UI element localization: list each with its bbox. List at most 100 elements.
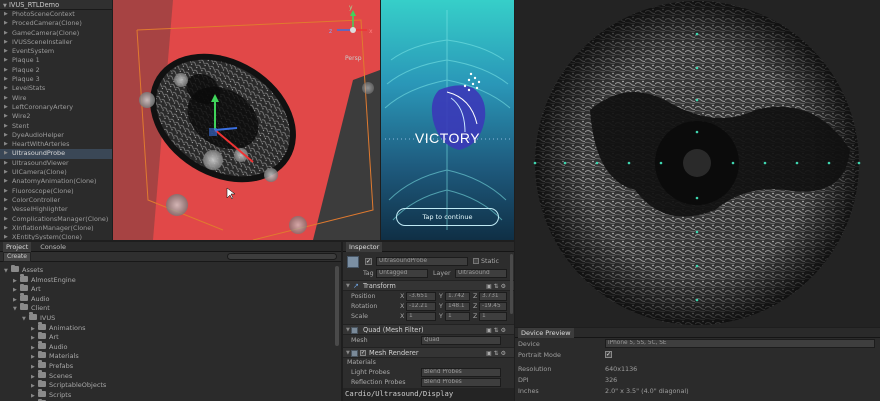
triangle-right-icon[interactable]: ▶	[4, 215, 8, 224]
position-x-field[interactable]: -3.651	[406, 292, 436, 301]
triangle-right-icon[interactable]: ▶	[4, 94, 8, 103]
project-folder-item[interactable]: ▶ Animations	[0, 322, 341, 334]
project-folder-item[interactable]: ▼ Client	[0, 302, 341, 314]
project-folder-item[interactable]: ▶ Prefabs	[0, 360, 341, 372]
triangle-right-icon[interactable]: ▶	[4, 159, 8, 168]
project-folder-item[interactable]: ▶ Audio	[0, 293, 341, 305]
hierarchy-item[interactable]: ▶ VesselHighlighter	[0, 205, 112, 214]
component-menu-icons[interactable]: ▣ ⇅ ⚙	[486, 327, 506, 334]
triangle-right-icon[interactable]: ▶	[4, 224, 8, 233]
scene-title[interactable]: ▼ IVUS_RTLDemo	[0, 0, 112, 10]
create-button[interactable]: Create	[3, 251, 31, 262]
hierarchy-item[interactable]: ▶ PhotoSceneContext	[0, 10, 112, 19]
triangle-right-icon[interactable]: ▶	[4, 112, 8, 121]
hierarchy-item[interactable]: ▶ ColorController	[0, 196, 112, 205]
inspector-scrollbar[interactable]	[510, 254, 513, 314]
project-folder-item[interactable]: ▶ Art	[0, 283, 341, 295]
device-dropdown[interactable]: iPhone 5, 5S, 5C, SE	[605, 339, 875, 348]
triangle-right-icon[interactable]: ▶	[4, 205, 8, 214]
triangle-right-icon[interactable]: ▶	[4, 187, 8, 196]
scale-y-field[interactable]: 1	[445, 312, 470, 321]
project-folder-item[interactable]: ▶ Art	[0, 331, 341, 343]
triangle-right-icon[interactable]: ▶	[4, 177, 8, 186]
project-folder-item[interactable]: ▶ ScriptableObjects	[0, 379, 341, 391]
hierarchy-item[interactable]: ▶ Plaque 3	[0, 75, 112, 84]
portrait-mode-checkbox[interactable]: ✓	[605, 351, 612, 358]
triangle-right-icon[interactable]: ▶	[4, 131, 8, 140]
hierarchy-item[interactable]: ▶ Stent	[0, 122, 112, 131]
hierarchy-item[interactable]: ▶ IVUSSceneInstaller	[0, 38, 112, 47]
hierarchy-item[interactable]: ▶ Wire	[0, 94, 112, 103]
triangle-down-icon[interactable]: ▼	[346, 283, 350, 289]
triangle-down-icon[interactable]: ▼	[346, 350, 350, 356]
mesh-renderer-checkbox[interactable]: ✓	[360, 350, 366, 356]
triangle-down-icon[interactable]: ▼	[3, 3, 7, 9]
mesh-renderer-header[interactable]: ▼ ✓ Mesh Renderer ▣ ⇅ ⚙	[343, 347, 514, 358]
active-checkbox[interactable]: ✓	[365, 258, 372, 265]
triangle-right-icon[interactable]: ▶	[4, 75, 8, 84]
hierarchy-item[interactable]: ▶ Plaque 1	[0, 56, 112, 65]
hierarchy-item[interactable]: ▶ DyeAudioHelper	[0, 131, 112, 140]
tab-device-preview[interactable]: Device Preview	[518, 328, 574, 338]
transform-header[interactable]: ▼ ↗ Transform ▣ ⇅ ⚙	[343, 280, 514, 291]
light-probes-dropdown[interactable]: Blend Probes	[421, 368, 501, 377]
materials-label[interactable]: Materials	[347, 359, 376, 366]
hierarchy-item[interactable]: ▶ LeftCoronaryArtery	[0, 103, 112, 112]
mesh-field[interactable]: Quad	[421, 336, 501, 345]
mesh-filter-header[interactable]: ▼ Quad (Mesh Filter) ▣ ⇅ ⚙	[343, 324, 514, 335]
hierarchy-item[interactable]: ▶ EventSystem	[0, 47, 112, 56]
hierarchy-item[interactable]: ▶ GameCamera(Clone)	[0, 29, 112, 38]
tab-project[interactable]: Project	[3, 242, 32, 252]
triangle-right-icon[interactable]: ▶	[4, 38, 8, 47]
triangle-right-icon[interactable]: ▶	[4, 233, 8, 240]
triangle-right-icon[interactable]: ▶	[4, 168, 8, 177]
tap-to-continue-button[interactable]: Tap to continue	[396, 208, 499, 226]
hierarchy-item[interactable]: ▶ Plaque 2	[0, 66, 112, 75]
project-folder-item[interactable]: ▼ Assets	[0, 264, 341, 276]
scale-z-field[interactable]: 1	[479, 312, 507, 321]
scene-canvas[interactable]: y x z Persp	[113, 0, 380, 240]
project-folder-item[interactable]: ▶ AlmostEngine	[0, 274, 341, 286]
tag-dropdown[interactable]: Untagged	[376, 269, 428, 278]
hierarchy-item[interactable]: ▶ ProcedCamera(Clone)	[0, 19, 112, 28]
triangle-right-icon[interactable]: ▶	[4, 196, 8, 205]
project-folder-item[interactable]: ▶ Audio	[0, 341, 341, 353]
triangle-right-icon[interactable]: ▶	[4, 10, 8, 19]
hierarchy-item[interactable]: ▶ Wire2	[0, 112, 112, 121]
layer-dropdown[interactable]: Ultrasound	[455, 269, 507, 278]
component-menu-icons[interactable]: ▣ ⇅ ⚙	[486, 350, 506, 357]
persp-label[interactable]: Persp	[345, 55, 362, 62]
hierarchy-item[interactable]: ▶ XInflationManager(Clone)	[0, 224, 112, 233]
hierarchy-item[interactable]: ▶ Fluoroscope(Clone)	[0, 187, 112, 196]
project-folder-item[interactable]: ▶ Scenes	[0, 370, 341, 382]
hierarchy-item[interactable]: ▶ HeartWithArteries	[0, 140, 112, 149]
hierarchy-item[interactable]: ▶ ComplicationsManager(Clone)	[0, 215, 112, 224]
hierarchy-item[interactable]: ▶ AnatomyAnimation(Clone)	[0, 177, 112, 186]
rotation-x-field[interactable]: -12.21	[406, 302, 436, 311]
tab-inspector[interactable]: Inspector	[346, 242, 383, 252]
triangle-right-icon[interactable]: ▶	[4, 140, 8, 149]
object-name-field[interactable]: UltrasoundProbe	[376, 257, 468, 266]
triangle-right-icon[interactable]: ▶	[4, 66, 8, 75]
triangle-right-icon[interactable]: ▶	[4, 47, 8, 56]
triangle-down-icon[interactable]: ▼	[346, 327, 350, 333]
project-folder-item[interactable]: ▼ IVUS	[0, 312, 341, 324]
hierarchy-item[interactable]: ▶ UltrasoundProbe	[0, 149, 112, 159]
scene-view[interactable]: y x z Persp	[113, 0, 380, 240]
hierarchy-item[interactable]: ▶ XEntitySystem(Clone)	[0, 233, 112, 240]
triangle-right-icon[interactable]: ▶	[4, 103, 8, 112]
triangle-right-icon[interactable]: ▶	[4, 29, 8, 38]
hierarchy-item[interactable]: ▶ UICamera(Clone)	[0, 168, 112, 177]
triangle-right-icon[interactable]: ▶	[4, 122, 8, 131]
scale-x-field[interactable]: 1	[406, 312, 436, 321]
rotation-y-field[interactable]: 148.1	[445, 302, 470, 311]
position-y-field[interactable]: 1.742	[445, 292, 470, 301]
rotation-z-field[interactable]: -19.45	[479, 302, 507, 311]
search-field[interactable]	[226, 253, 337, 260]
hierarchy-item[interactable]: ▶ UltrasoundViewer	[0, 159, 112, 168]
project-folder-item[interactable]: ▶ Materials	[0, 350, 341, 362]
reflection-probes-dropdown[interactable]: Blend Probes	[421, 378, 501, 387]
static-checkbox[interactable]	[473, 258, 479, 264]
hierarchy-item[interactable]: ▶ LevelStats	[0, 84, 112, 93]
game-view[interactable]: VICTORY Tap to continue	[381, 0, 514, 240]
